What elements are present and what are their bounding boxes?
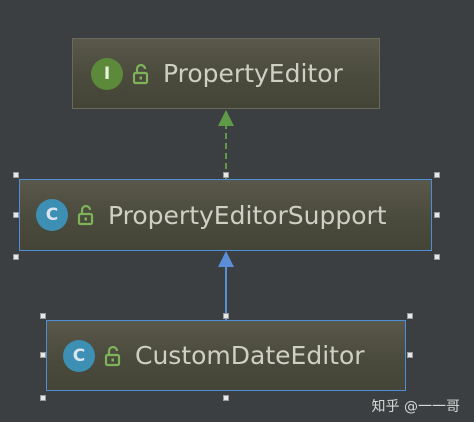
lock-open-icon xyxy=(104,345,121,366)
node-label: CustomDateEditor xyxy=(135,341,365,370)
node-label: PropertyEditor xyxy=(163,59,343,88)
lock-open-icon xyxy=(132,63,149,84)
node-custom-date-editor[interactable]: C CustomDateEditor xyxy=(46,320,406,391)
resize-handle[interactable] xyxy=(434,172,440,178)
resize-handle[interactable] xyxy=(40,352,46,358)
resize-handle[interactable] xyxy=(223,172,229,178)
class-badge-icon: C xyxy=(36,199,68,231)
resize-handle[interactable] xyxy=(13,254,19,260)
resize-handle[interactable] xyxy=(434,254,440,260)
resize-handle[interactable] xyxy=(40,313,46,319)
node-property-editor[interactable]: I PropertyEditor xyxy=(72,38,380,109)
resize-handle[interactable] xyxy=(13,212,19,218)
node-property-editor-support[interactable]: C PropertyEditorSupport xyxy=(19,179,432,251)
class-badge-icon: C xyxy=(63,339,95,372)
node-label: PropertyEditorSupport xyxy=(108,200,387,230)
interface-badge-icon: I xyxy=(91,57,123,90)
generalization-arrowhead xyxy=(218,251,234,267)
resize-handle[interactable] xyxy=(223,313,229,319)
resize-handle[interactable] xyxy=(407,313,413,319)
resize-handle[interactable] xyxy=(407,352,413,358)
resize-handle[interactable] xyxy=(40,395,46,401)
lock-open-icon xyxy=(77,204,94,226)
resize-handle[interactable] xyxy=(434,212,440,218)
realization-arrowhead xyxy=(218,110,234,126)
resize-handle[interactable] xyxy=(223,395,229,401)
resize-handle[interactable] xyxy=(13,172,19,178)
watermark-text: 知乎 @一一哥 xyxy=(371,399,460,415)
